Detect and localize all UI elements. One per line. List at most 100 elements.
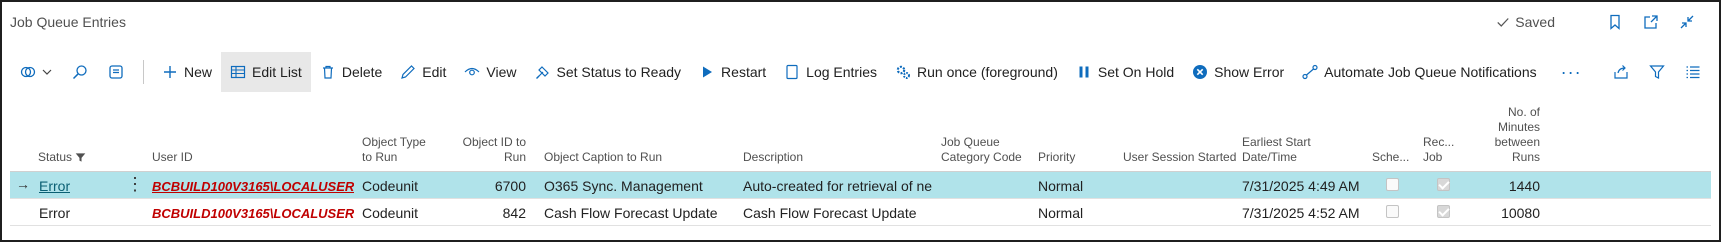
row-recurring-checkbox[interactable]: [1437, 205, 1450, 218]
checkmark-icon: [1497, 18, 1509, 27]
gears-icon: [896, 65, 910, 79]
column-status-label: Status: [38, 150, 73, 164]
list-button[interactable]: [1675, 52, 1711, 92]
row-earliest-start: 7/31/2025 4:52 AM: [1242, 205, 1360, 221]
column-recurring[interactable]: Rec... Job: [1423, 135, 1454, 165]
row-description: Cash Flow Forecast Update: [743, 205, 917, 221]
column-scheduled[interactable]: Sche...: [1372, 150, 1409, 165]
column-minutes-line4: Runs: [1511, 150, 1540, 164]
column-category-code[interactable]: Job Queue Category Code: [941, 135, 1022, 165]
row-minutes: 1440: [1508, 178, 1540, 194]
trash-icon: [322, 65, 333, 79]
show-error-label: Show Error: [1214, 64, 1285, 80]
column-priority[interactable]: Priority: [1038, 150, 1075, 165]
row-earliest-start: 7/31/2025 4:49 AM: [1242, 178, 1360, 194]
run-once-button[interactable]: Run once (foreground): [886, 52, 1067, 92]
bookmark-icon[interactable]: [1605, 12, 1625, 32]
log-entries-button[interactable]: Log Entries: [775, 52, 886, 92]
restart-button[interactable]: Restart: [690, 52, 775, 92]
row-scheduled-checkbox[interactable]: [1386, 205, 1399, 218]
filter-icon: [1649, 65, 1665, 79]
actions-icon: [20, 66, 36, 78]
column-earliest-line1: Earliest Start: [1242, 135, 1311, 149]
column-minutes-between-runs[interactable]: No. of Minutes between Runs: [1470, 105, 1540, 165]
grid-header: Status User ID Object Type to Run Object …: [10, 98, 1711, 172]
edit-button[interactable]: Edit: [391, 52, 455, 92]
column-object-id[interactable]: Object ID to Run: [450, 135, 526, 165]
new-label: New: [184, 64, 213, 80]
log-entries-label: Log Entries: [806, 64, 877, 80]
filter-icon: [75, 153, 86, 162]
plus-icon: [164, 66, 176, 78]
column-earliest-line2: Date/Time: [1242, 150, 1297, 164]
row-recurring-checkbox[interactable]: [1437, 178, 1450, 191]
view-button[interactable]: View: [455, 52, 525, 92]
status-ready-icon: [535, 66, 549, 79]
row-priority: Normal: [1038, 205, 1084, 221]
set-status-ready-button[interactable]: Set Status to Ready: [526, 52, 691, 92]
row-selected-arrow-icon: →: [16, 176, 30, 192]
set-status-ready-label: Set Status to Ready: [556, 64, 682, 80]
show-error-button[interactable]: Show Error: [1183, 52, 1293, 92]
more-options-icon: ···: [1560, 61, 1582, 82]
column-object-type-line1: Object Type: [362, 135, 426, 149]
toolbar-divider: [143, 60, 144, 84]
edit-list-button[interactable]: Edit List: [221, 52, 311, 92]
row-user-id[interactable]: BCBUILD100V3165\LOCALUSER: [152, 179, 354, 194]
pencil-icon: [401, 65, 416, 79]
row-scheduled-checkbox[interactable]: [1386, 178, 1399, 191]
title-bar: Job Queue Entries Saved: [10, 12, 1709, 34]
automate-notifications-button[interactable]: Automate Job Queue Notifications: [1293, 52, 1545, 92]
delete-button[interactable]: Delete: [311, 52, 391, 92]
column-category-line1: Job Queue: [941, 135, 1000, 149]
play-icon: [703, 66, 713, 78]
set-on-hold-label: Set On Hold: [1097, 64, 1175, 80]
error-icon: [1193, 65, 1208, 79]
column-object-caption[interactable]: Object Caption to Run: [544, 150, 662, 165]
flow-icon: [1302, 64, 1318, 80]
pause-icon: [1079, 66, 1089, 78]
row-object-type: Codeunit: [362, 178, 419, 194]
row-status[interactable]: Error: [39, 178, 70, 194]
column-status[interactable]: Status: [38, 150, 86, 165]
set-on-hold-button[interactable]: Set On Hold: [1067, 52, 1183, 92]
search-button[interactable]: [62, 52, 98, 92]
filter-button[interactable]: [1639, 52, 1675, 92]
edit-label: Edit: [422, 64, 447, 80]
column-earliest-start[interactable]: Earliest Start Date/Time: [1242, 135, 1311, 165]
column-user-session[interactable]: User Session Started: [1123, 150, 1236, 165]
action-bar: New Edit List Delete Edit View Set Statu…: [10, 52, 1711, 92]
row-description: Auto-created for retrieval of ne...: [743, 178, 933, 194]
share-button[interactable]: [1603, 52, 1639, 92]
row-status[interactable]: Error: [39, 205, 70, 221]
document-icon: [786, 64, 798, 80]
column-minutes-line1: No. of: [1507, 105, 1540, 119]
eye-icon: [464, 67, 480, 76]
column-user-id[interactable]: User ID: [152, 150, 193, 165]
toolbar-right: [1603, 52, 1711, 92]
edit-list-label: Edit List: [252, 64, 302, 80]
column-object-type[interactable]: Object Type to Run: [362, 135, 426, 165]
actions-menu-button[interactable]: [10, 52, 62, 92]
collapse-icon[interactable]: [1677, 12, 1697, 32]
list-view-icon: [109, 65, 123, 79]
row-user-id[interactable]: BCBUILD100V3165\LOCALUSER: [152, 206, 354, 221]
page-title: Job Queue Entries: [10, 14, 126, 30]
row-menu-button[interactable]: ⋮: [126, 174, 144, 195]
column-object-id-line1: Object ID to: [462, 135, 526, 149]
chevron-down-icon: [42, 69, 52, 75]
table-row[interactable]: → Error ⋮ BCBUILD100V3165\LOCALUSER Code…: [10, 172, 1711, 199]
job-queue-grid: Status User ID Object Type to Run Object …: [10, 98, 1711, 226]
column-minutes-line3: between: [1494, 135, 1540, 149]
open-new-window-icon[interactable]: [1641, 12, 1661, 32]
search-icon: [72, 65, 87, 80]
row-object-type: Codeunit: [362, 205, 419, 221]
page-frame: Job Queue Entries Saved New Edit List De…: [0, 0, 1721, 242]
column-recurring-line2: Job: [1423, 150, 1443, 164]
list-view-button[interactable]: [98, 52, 134, 92]
column-description[interactable]: Description: [743, 150, 803, 165]
new-button[interactable]: New: [153, 52, 221, 92]
more-options-button[interactable]: ···: [1552, 52, 1591, 92]
table-row[interactable]: Error BCBUILD100V3165\LOCALUSER Codeunit…: [10, 199, 1711, 226]
delete-label: Delete: [341, 64, 383, 80]
